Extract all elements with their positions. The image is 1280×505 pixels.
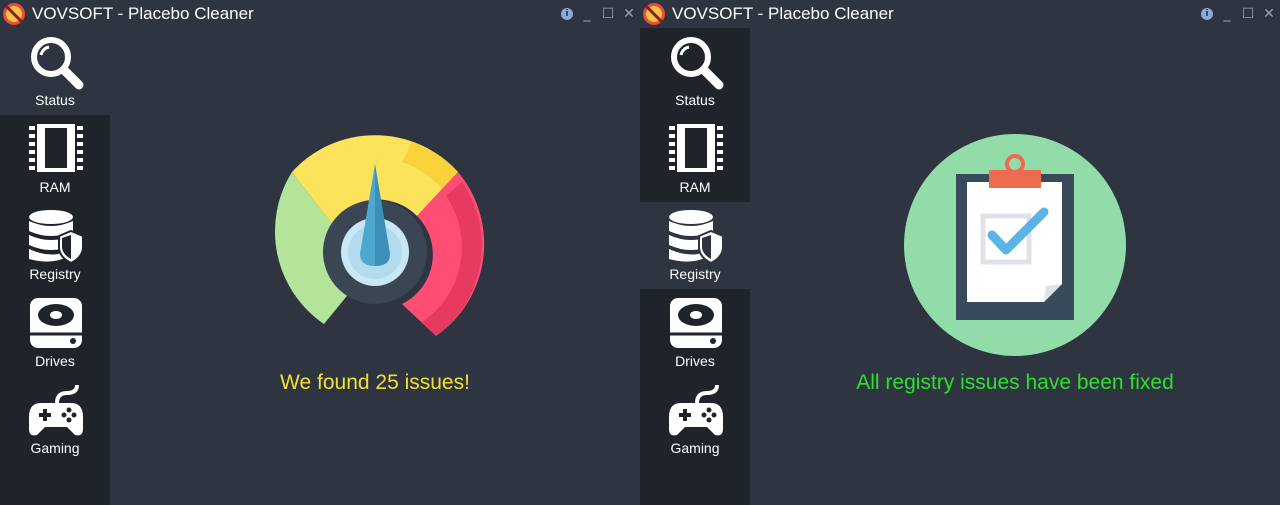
nav-label-drives: Drives bbox=[35, 353, 75, 369]
database-shield-icon bbox=[669, 210, 724, 265]
ram-chip-icon bbox=[29, 124, 83, 172]
info-button[interactable]: i bbox=[1201, 8, 1213, 20]
nav-label-ram: RAM bbox=[39, 179, 71, 195]
magnifier-icon bbox=[671, 37, 724, 90]
info-button[interactable]: i bbox=[561, 8, 573, 20]
nav-label-status: Status bbox=[35, 92, 75, 108]
app-window-registry: VOVSOFT - Placebo Cleaner i _ ☐ ✕ Status bbox=[640, 0, 1280, 505]
nav-item-ram[interactable]: RAM bbox=[640, 115, 750, 202]
nav-item-registry[interactable]: Registry bbox=[0, 202, 110, 289]
ram-chip-icon bbox=[669, 124, 723, 172]
registry-panel: All registry issues have been fixed bbox=[750, 28, 1280, 505]
minimize-button[interactable]: _ bbox=[578, 5, 596, 23]
sidebar: Status RAM Registry Drives Gaming bbox=[0, 28, 110, 505]
maximize-button[interactable]: ☐ bbox=[1239, 5, 1257, 23]
nav-item-status[interactable]: Status bbox=[640, 28, 750, 115]
status-message: We found 25 issues! bbox=[280, 371, 470, 394]
nav-label-ram: RAM bbox=[679, 179, 711, 195]
nav-item-ram[interactable]: RAM bbox=[0, 115, 110, 202]
database-shield-icon bbox=[29, 210, 84, 265]
app-logo-icon bbox=[643, 3, 665, 25]
close-button[interactable]: ✕ bbox=[620, 5, 638, 23]
nav-label-drives: Drives bbox=[675, 353, 715, 369]
window-title: VOVSOFT - Placebo Cleaner bbox=[672, 4, 894, 23]
nav-item-status[interactable]: Status bbox=[0, 28, 110, 115]
nav-label-gaming: Gaming bbox=[670, 440, 720, 456]
title-bar[interactable]: VOVSOFT - Placebo Cleaner i _ ☐ ✕ bbox=[0, 0, 640, 28]
speedometer-gauge-icon bbox=[274, 135, 485, 336]
sidebar: Status RAM Registry Drives Gaming bbox=[640, 28, 750, 505]
nav-item-drives[interactable]: Drives bbox=[0, 289, 110, 376]
nav-label-registry: Registry bbox=[669, 266, 721, 282]
nav-label-registry: Registry bbox=[29, 266, 81, 282]
status-panel: We found 25 issues! bbox=[110, 28, 640, 505]
gamepad-icon bbox=[669, 384, 723, 436]
nav-item-registry[interactable]: Registry bbox=[640, 202, 750, 289]
magnifier-icon bbox=[31, 37, 84, 90]
hard-drive-icon bbox=[670, 298, 722, 348]
nav-label-gaming: Gaming bbox=[30, 440, 80, 456]
minimize-button[interactable]: _ bbox=[1218, 5, 1236, 23]
nav-item-drives[interactable]: Drives bbox=[640, 289, 750, 376]
clipboard-check-icon bbox=[904, 134, 1126, 356]
window-title: VOVSOFT - Placebo Cleaner bbox=[32, 4, 254, 23]
maximize-button[interactable]: ☐ bbox=[599, 5, 617, 23]
nav-item-gaming[interactable]: Gaming bbox=[0, 376, 110, 463]
app-window-status: VOVSOFT - Placebo Cleaner i _ ☐ ✕ Status bbox=[0, 0, 640, 505]
nav-label-status: Status bbox=[675, 92, 715, 108]
status-message: All registry issues have been fixed bbox=[856, 371, 1174, 394]
gamepad-icon bbox=[29, 384, 83, 436]
hard-drive-icon bbox=[30, 298, 82, 348]
title-bar[interactable]: VOVSOFT - Placebo Cleaner i _ ☐ ✕ bbox=[640, 0, 1280, 28]
nav-item-gaming[interactable]: Gaming bbox=[640, 376, 750, 463]
close-button[interactable]: ✕ bbox=[1260, 5, 1278, 23]
app-logo-icon bbox=[3, 3, 25, 25]
